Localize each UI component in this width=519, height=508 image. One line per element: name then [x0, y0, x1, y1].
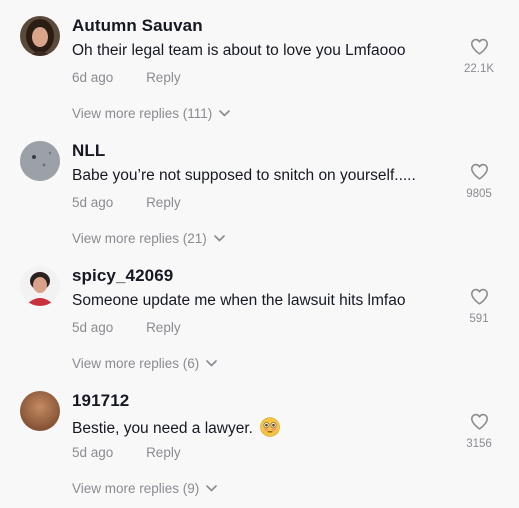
view-more-replies-button[interactable]: View more replies (111) [72, 106, 231, 121]
comment-meta: 5d ago Reply [72, 195, 181, 210]
comment-item: NLL Babe you’re not supposed to snitch o… [0, 125, 519, 250]
comment-text: Bestie, you need a lawyer. [72, 417, 281, 438]
heart-outline-icon [470, 163, 488, 180]
comment-meta: 6d ago Reply [72, 70, 181, 85]
view-more-replies-button[interactable]: View more replies (6) [72, 356, 218, 371]
heart-outline-icon [470, 38, 488, 55]
like-button[interactable]: 3156 [459, 413, 499, 450]
view-more-replies-label: View more replies (111) [72, 106, 213, 121]
reply-button[interactable]: Reply [146, 70, 181, 85]
comment-username[interactable]: 191712 [72, 391, 129, 411]
view-more-replies-label: View more replies (6) [72, 356, 200, 371]
like-count: 22.1K [463, 63, 495, 75]
comment-username[interactable]: NLL [72, 141, 105, 161]
comment-text-content: Someone update me when the lawsuit hits … [72, 292, 406, 309]
comment-text: Babe you’re not supposed to snitch on yo… [72, 167, 416, 185]
view-more-replies-button[interactable]: View more replies (21) [72, 231, 225, 246]
comment-text: Someone update me when the lawsuit hits … [72, 292, 405, 310]
comment-text: Oh their legal team is about to love you… [72, 42, 405, 60]
reply-button[interactable]: Reply [146, 195, 181, 210]
chevron-down-icon [206, 485, 218, 492]
comment-list: Autumn Sauvan Oh their legal team is abo… [0, 0, 519, 508]
like-count: 591 [469, 313, 489, 325]
flushed-face-emoji-icon [260, 417, 281, 437]
comment-item: 191712 Bestie, you need a lawyer. 5d ago… [0, 375, 519, 500]
view-more-replies-button[interactable]: View more replies (9) [72, 481, 218, 496]
comment-meta: 5d ago Reply [72, 445, 181, 460]
chevron-down-icon [214, 235, 225, 242]
comment-text-content: Oh their legal team is about to love you… [72, 42, 406, 59]
comment-item: spicy_42069 Someone update me when the l… [0, 250, 519, 375]
chevron-down-icon [206, 360, 218, 367]
avatar[interactable] [20, 141, 60, 181]
chevron-down-icon [219, 110, 231, 117]
comment-username[interactable]: Autumn Sauvan [72, 16, 203, 36]
comment-meta: 5d ago Reply [72, 320, 181, 335]
like-button[interactable]: 591 [459, 288, 499, 325]
view-more-replies-label: View more replies (21) [72, 231, 207, 246]
avatar[interactable] [20, 16, 60, 56]
comment-timestamp: 5d ago [72, 195, 114, 210]
avatar[interactable] [20, 266, 60, 306]
like-count: 3156 [466, 438, 492, 450]
like-button[interactable]: 9805 [459, 163, 499, 200]
like-button[interactable]: 22.1K [459, 38, 499, 75]
reply-button[interactable]: Reply [146, 320, 181, 335]
like-count: 9805 [466, 188, 492, 200]
comment-timestamp: 5d ago [72, 320, 114, 335]
view-more-replies-label: View more replies (9) [72, 481, 200, 496]
heart-outline-icon [470, 288, 488, 305]
comment-text-content: Bestie, you need a lawyer. [72, 420, 253, 437]
comment-text-content: Babe you’re not supposed to snitch on yo… [72, 167, 416, 184]
heart-outline-icon [470, 413, 488, 430]
comment-timestamp: 6d ago [72, 70, 114, 85]
avatar[interactable] [20, 391, 60, 431]
reply-button[interactable]: Reply [146, 445, 181, 460]
comment-username[interactable]: spicy_42069 [72, 266, 173, 286]
comment-timestamp: 5d ago [72, 445, 114, 460]
comment-item: Autumn Sauvan Oh their legal team is abo… [0, 0, 519, 125]
